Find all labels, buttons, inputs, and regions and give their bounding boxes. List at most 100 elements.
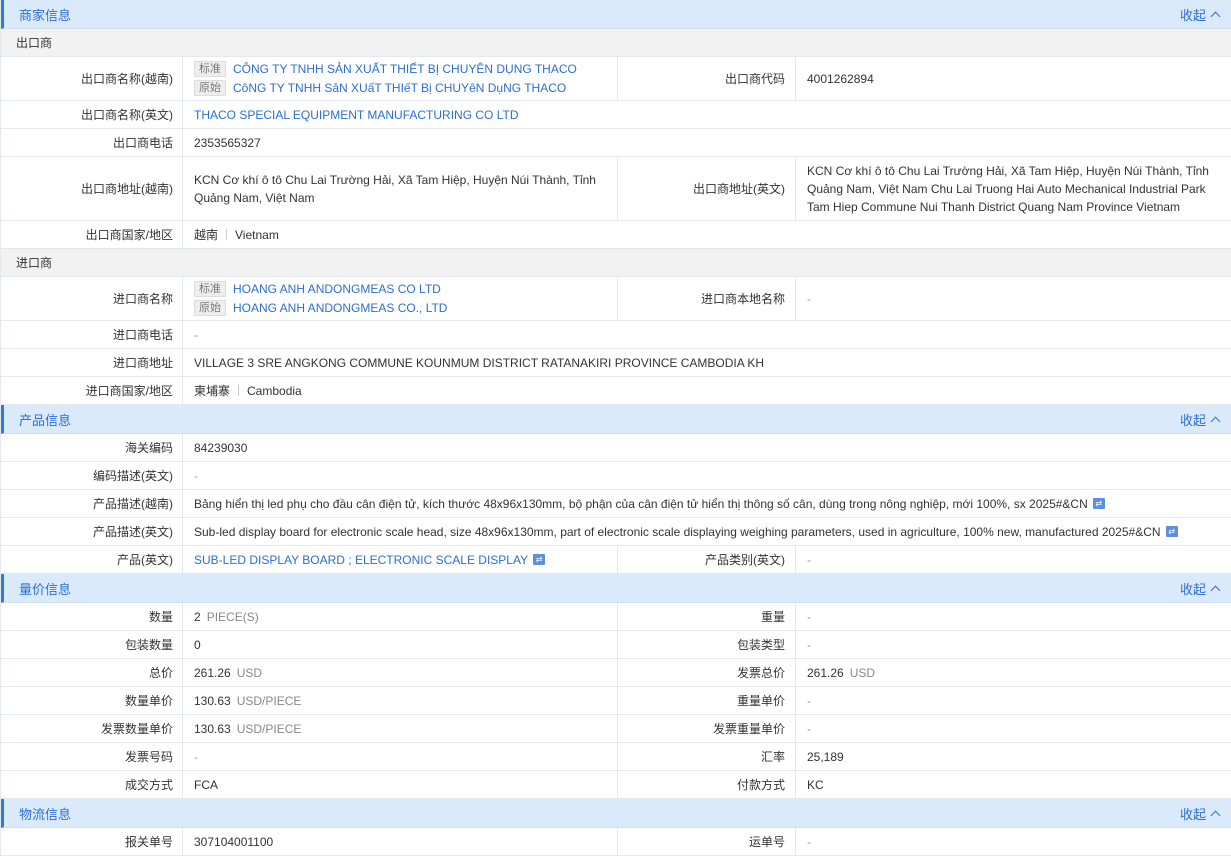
- exporter-code: 4001262894: [795, 57, 1231, 100]
- chevron-up-icon: [1210, 585, 1221, 595]
- field-label: 出口商名称(英文): [81, 108, 173, 122]
- translate-icon[interactable]: ⇄: [1092, 498, 1105, 509]
- field-value: 130.63 USD/PIECE: [182, 687, 617, 714]
- row-invoice-no: 发票号码 - 汇率 25,189: [1, 743, 1231, 771]
- row-invoice-unit-price: 发票数量单价 130.63 USD/PIECE 发票重量单价 -: [1, 715, 1231, 743]
- importer-name-orig-link[interactable]: HOANG ANH ANDONGMEAS CO., LTD: [233, 301, 447, 315]
- subsection-exporter: 出口商: [1, 29, 1231, 57]
- field-value: 越南 Vietnam: [182, 221, 1231, 248]
- chevron-up-icon: [1210, 416, 1221, 426]
- weight-unit-price: -: [795, 687, 1231, 714]
- row-product-name: 产品(英文) SUB-LED DISPLAY BOARD ; ELECTRONI…: [1, 546, 1231, 574]
- exporter-name-std-link[interactable]: CÔNG TY TNHH SẢN XUẤT THIẾT BỊ CHUYÊN DỤ…: [233, 62, 577, 76]
- field-label: 数量单价: [124, 694, 173, 708]
- product-category: -: [795, 546, 1231, 573]
- collapse-button[interactable]: 收起: [1179, 579, 1221, 598]
- field-label: 发票号码: [124, 750, 173, 764]
- field-value: 2 PIECE(S): [182, 603, 617, 630]
- product-desc-en: Sub-led display board for electronic sca…: [194, 524, 1161, 539]
- chevron-up-icon: [1210, 810, 1221, 820]
- importer-phone: -: [182, 321, 1231, 348]
- row-terms: 成交方式 FCA 付款方式 KC: [1, 771, 1231, 799]
- section-header-product: 产品信息 收起: [1, 405, 1231, 434]
- quantity: 2: [194, 609, 201, 624]
- section-title: 量价信息: [19, 581, 72, 597]
- field-label: 产品描述(越南): [93, 497, 173, 511]
- section-title: 商家信息: [19, 7, 72, 23]
- collapse-button[interactable]: 收起: [1179, 804, 1221, 823]
- collapse-label: 收起: [1179, 7, 1206, 23]
- exporter-country-en: Vietnam: [235, 227, 279, 242]
- product-desc-vn: Bảng hiển thị led phụ cho đầu cân điện t…: [194, 496, 1088, 511]
- exporter-name-en-link[interactable]: THACO SPECIAL EQUIPMENT MANUFACTURING CO…: [194, 108, 518, 122]
- collapse-button[interactable]: 收起: [1179, 5, 1221, 24]
- quantity-unit: PIECE(S): [206, 609, 259, 624]
- section-header-merchant: 商家信息 收起: [1, 0, 1231, 29]
- subsection-importer: 进口商: [1, 249, 1231, 277]
- section-title: 物流信息: [19, 806, 72, 822]
- exporter-name-orig-link[interactable]: CôNG TY TNHH SảN XUấT THIếT Bị CHUYêN Dụ…: [233, 81, 566, 95]
- field-label: 发票数量单价: [100, 722, 173, 736]
- package-qty: 0: [182, 631, 617, 658]
- field-label: 进口商本地名称: [617, 277, 795, 320]
- field-label: 产品描述(英文): [93, 525, 173, 539]
- row-exporter-country: 出口商国家/地区 越南 Vietnam: [1, 221, 1231, 249]
- row-exporter-phone: 出口商电话 2353565327: [1, 129, 1231, 157]
- row-importer-phone: 进口商电话 -: [1, 321, 1231, 349]
- exporter-country-cn: 越南: [194, 228, 219, 242]
- field-value: SUB-LED DISPLAY BOARD ; ELECTRONIC SCALE…: [182, 546, 617, 573]
- field-label: 数量: [148, 610, 173, 624]
- divider: [226, 229, 228, 240]
- unit-price: 130.63: [194, 693, 231, 708]
- field-label: 进口商地址: [112, 356, 173, 370]
- row-quantity: 数量 2 PIECE(S) 重量 -: [1, 603, 1231, 631]
- total-unit: USD: [236, 665, 263, 680]
- row-total: 总价 261.26 USD 发票总价 261.26 USD: [1, 659, 1231, 687]
- collapse-label: 收起: [1179, 581, 1206, 597]
- tag-original: 原始: [194, 80, 226, 96]
- field-label: 出口商地址(越南): [81, 182, 173, 196]
- waybill-no: -: [795, 828, 1231, 855]
- declaration-no: 307104001100: [182, 828, 617, 855]
- field-label: 总价: [148, 666, 173, 680]
- field-label: 出口商地址(英文): [617, 157, 795, 220]
- field-label: 出口商电话: [112, 136, 173, 150]
- importer-name-std-link[interactable]: HOANG ANH ANDONGMEAS CO LTD: [233, 282, 441, 296]
- product-name-link[interactable]: SUB-LED DISPLAY BOARD ; ELECTRONIC SCALE…: [194, 553, 528, 567]
- translate-icon[interactable]: ⇄: [533, 554, 546, 565]
- payment-method: KC: [795, 771, 1231, 798]
- field-value: 标准 HOANG ANH ANDONGMEAS CO LTD 原始 HOANG AN…: [182, 277, 617, 320]
- field-label: 发票总价: [617, 659, 795, 686]
- invoice-weight-unit-price: -: [795, 715, 1231, 742]
- collapse-label: 收起: [1179, 806, 1206, 822]
- code-desc: -: [182, 462, 1231, 489]
- row-desc-vn: 产品描述(越南) Bảng hiển thị led phụ cho đầu c…: [1, 490, 1231, 518]
- row-exporter-address: 出口商地址(越南) KCN Cơ khí ô tô Chu Lai Trường…: [1, 157, 1231, 221]
- field-value: 261.26 USD: [795, 659, 1231, 686]
- row-desc-en: 产品描述(英文) Sub-led display board for elect…: [1, 518, 1231, 546]
- invoice-total-unit: USD: [849, 665, 876, 680]
- invoice-total: 261.26: [807, 665, 844, 680]
- translate-icon[interactable]: ⇄: [1165, 526, 1178, 537]
- field-label: 付款方式: [617, 771, 795, 798]
- field-value: 130.63 USD/PIECE: [182, 715, 617, 742]
- field-value: Sub-led display board for electronic sca…: [182, 518, 1231, 545]
- divider: [238, 385, 240, 396]
- field-value: 261.26 USD: [182, 659, 617, 686]
- trade-record-detail: 商家信息 收起 出口商 出口商名称(越南) 标准 CÔNG TY TNHH SẢN…: [0, 0, 1231, 856]
- field-label: 报关单号: [124, 835, 173, 849]
- field-label: 包装类型: [617, 631, 795, 658]
- collapse-button[interactable]: 收起: [1180, 410, 1221, 429]
- importer-local-name: -: [795, 277, 1231, 320]
- field-label: 进口商国家/地区: [85, 384, 173, 398]
- field-label: 海关编码: [124, 441, 173, 455]
- importer-address: VILLAGE 3 SRE ANGKONG COMMUNE KOUNMUM DI…: [182, 349, 1231, 376]
- chevron-up-icon: [1210, 11, 1221, 21]
- row-unit-price: 数量单价 130.63 USD/PIECE 重量单价 -: [1, 687, 1231, 715]
- tag-standard: 标准: [194, 61, 226, 77]
- field-label: 出口商国家/地区: [85, 228, 173, 242]
- unit-price-unit: USD/PIECE: [236, 693, 302, 708]
- field-label: 包装数量: [124, 638, 173, 652]
- weight: -: [795, 603, 1231, 630]
- field-value: 标准 CÔNG TY TNHH SẢN XUẤT THIẾT BỊ CHUYÊN …: [182, 57, 617, 100]
